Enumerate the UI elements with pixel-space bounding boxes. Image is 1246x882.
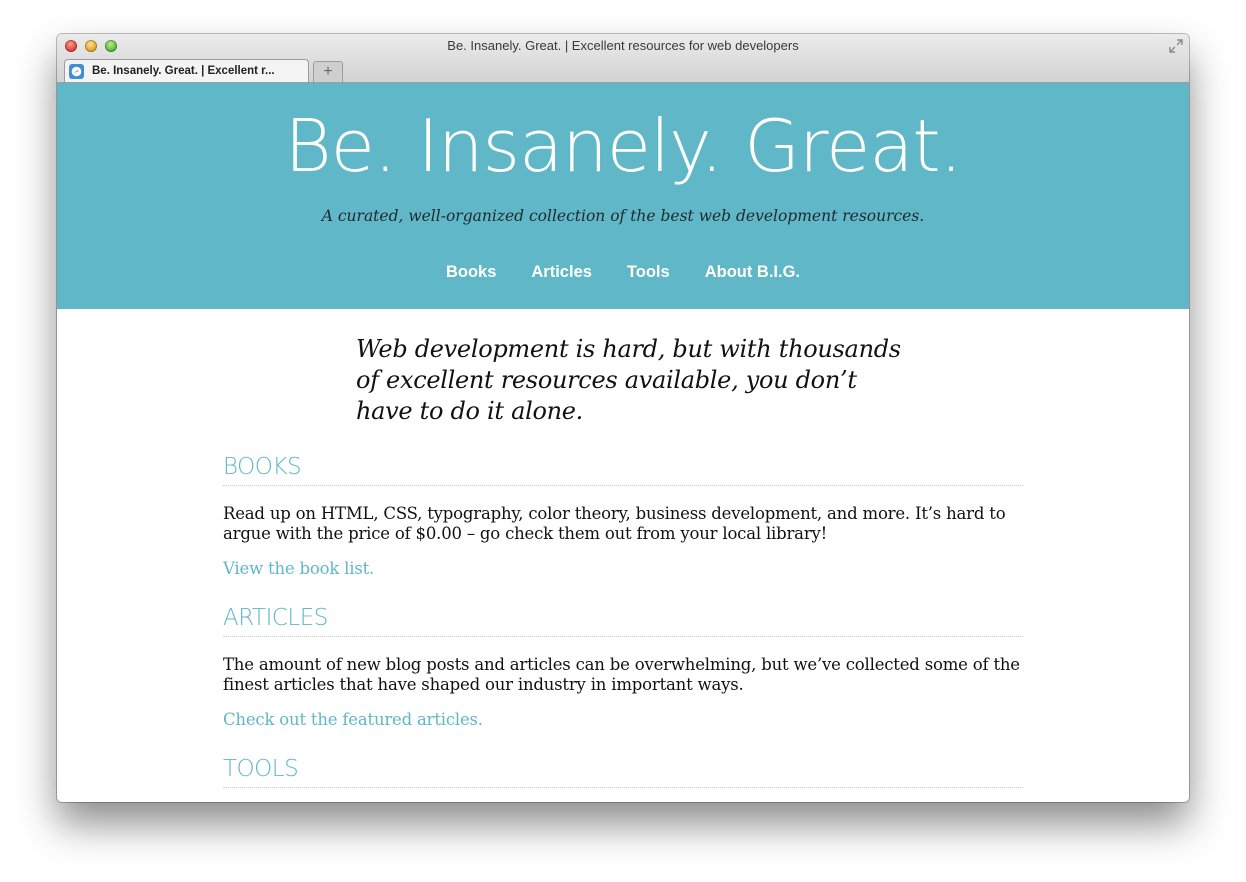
nav-link-tools[interactable]: Tools: [609, 263, 687, 282]
hero-banner: Be. Insanely. Great. A curated, well-org…: [57, 83, 1189, 309]
fullscreen-icon[interactable]: [1169, 39, 1183, 53]
browser-window: Be. Insanely. Great. | Excellent resourc…: [57, 34, 1189, 802]
books-heading: BOOKS: [223, 453, 1023, 486]
window-title: Be. Insanely. Great. | Excellent resourc…: [447, 38, 799, 53]
books-description: Read up on HTML, CSS, typography, color …: [223, 504, 1006, 543]
nav-link-about[interactable]: About B.I.G.: [687, 263, 817, 282]
new-tab-button[interactable]: +: [313, 61, 343, 82]
books-section: BOOKS Read up on HTML, CSS, typography, …: [223, 453, 1023, 578]
nav-link-articles[interactable]: Articles: [514, 263, 610, 282]
title-bar: Be. Insanely. Great. | Excellent resourc…: [57, 34, 1189, 83]
plus-icon: +: [323, 63, 333, 80]
tools-section: TOOLS: [223, 755, 1023, 788]
page-content: Be. Insanely. Great. A curated, well-org…: [57, 83, 1189, 802]
tools-heading: TOOLS: [223, 755, 1023, 788]
book-list-link[interactable]: View the book list.: [223, 559, 1023, 578]
articles-description: The amount of new blog posts and article…: [223, 655, 1020, 694]
tab-label: Be. Insanely. Great. | Excellent r...: [92, 65, 275, 77]
articles-section: ARTICLES The amount of new blog posts an…: [223, 604, 1023, 729]
tab-strip: Be. Insanely. Great. | Excellent r... +: [64, 59, 343, 82]
featured-articles-link[interactable]: Check out the featured articles.: [223, 710, 1023, 729]
site-title: Be. Insanely. Great.: [284, 104, 962, 188]
intro-statement: Web development is hard, but with thousa…: [356, 335, 901, 425]
site-tagline: A curated, well-organized collection of …: [321, 207, 925, 225]
articles-heading: ARTICLES: [223, 604, 1023, 637]
main-nav: Books Articles Tools About B.I.G.: [57, 263, 1189, 282]
safari-icon: [69, 63, 84, 79]
nav-link-books[interactable]: Books: [428, 263, 513, 282]
browser-tab[interactable]: Be. Insanely. Great. | Excellent r...: [64, 59, 309, 82]
